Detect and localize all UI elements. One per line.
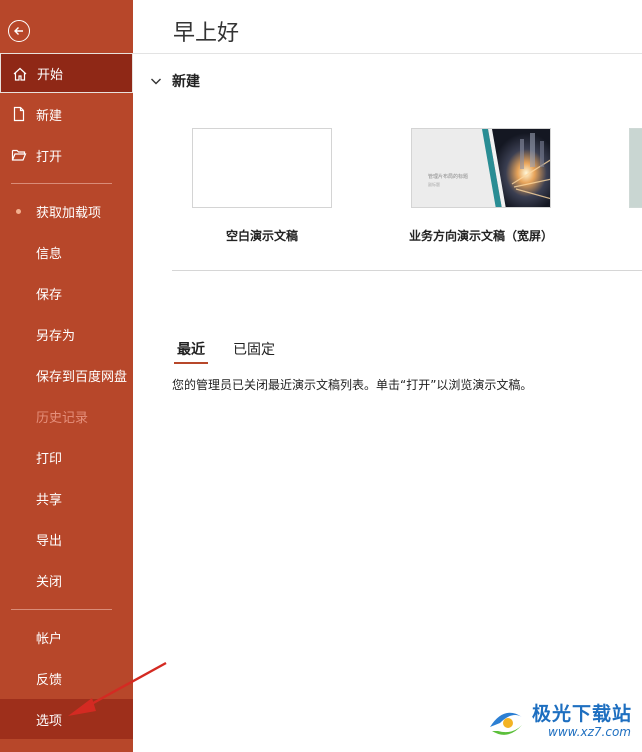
notification-dot (16, 209, 21, 214)
nav-options[interactable]: 选项 (0, 699, 133, 739)
city-light-image (482, 129, 550, 207)
nav-account-label: 帐户 (36, 631, 63, 647)
nav-get-addins[interactable]: 获取加载项 (0, 191, 133, 231)
nav-print-label: 打印 (36, 451, 63, 467)
nav-open[interactable]: 打开 (0, 135, 133, 175)
nav-save-to-cloud[interactable]: 保存到百度网盘 (0, 355, 133, 395)
nav-share[interactable]: 共享 (0, 478, 133, 518)
sidebar-divider (11, 609, 112, 610)
nav-new[interactable]: 新建 (0, 94, 133, 134)
nav-history-label: 历史记录 (36, 410, 89, 426)
nav-print[interactable]: 打印 (0, 437, 133, 477)
template-caption: 空白演示文稿 (226, 229, 299, 243)
nav-get-addins-label: 获取加载项 (36, 205, 102, 221)
nav-home-label: 开始 (37, 67, 64, 83)
sidebar-divider (11, 183, 112, 184)
nav-account[interactable]: 帐户 (0, 617, 133, 657)
nav-feedback[interactable]: 反馈 (0, 658, 133, 698)
template-thumbnail[interactable] (629, 128, 642, 208)
section-divider (172, 270, 642, 271)
nav-save-as[interactable]: 另存为 (0, 314, 133, 354)
nav-options-label: 选项 (36, 713, 63, 729)
nav-close-label: 关闭 (36, 574, 63, 590)
watermark-title: 极光下载站 (532, 703, 633, 725)
new-section-title: 新建 (172, 74, 200, 90)
new-file-icon (13, 106, 25, 122)
backstage-main: 早上好 新建 空白演示文稿 管理片布局的标题 副标题 业务方向演示文稿（宽屏） … (133, 0, 642, 752)
template-thumbnail[interactable]: 管理片布局的标题 副标题 (411, 128, 551, 208)
tab-pinned[interactable]: 已固定 (233, 339, 275, 359)
nav-share-label: 共享 (36, 492, 63, 508)
page-title: 早上好 (173, 21, 240, 46)
nav-save[interactable]: 保存 (0, 273, 133, 313)
folder-open-icon (11, 149, 27, 161)
nav-save-as-label: 另存为 (36, 328, 76, 344)
template-thumbnail[interactable] (192, 128, 332, 208)
nav-save-to-cloud-label: 保存到百度网盘 (36, 369, 128, 385)
nav-open-label: 打开 (36, 149, 63, 165)
back-button[interactable] (8, 20, 30, 42)
arrow-left-icon (14, 27, 23, 35)
chevron-down-icon (151, 78, 161, 85)
nav-info[interactable]: 信息 (0, 232, 133, 272)
nav-feedback-label: 反馈 (36, 672, 63, 688)
nav-history: 历史记录 (0, 396, 133, 436)
backstage-sidebar: 开始 新建 打开 获取加载项 信息 保存 另存为 保存到百度网盘 历史记录 打印… (0, 0, 133, 752)
home-icon (13, 67, 27, 81)
recent-disabled-notice: 您的管理员已关闭最近演示文稿列表。单击“打开”以浏览演示文稿。 (172, 378, 533, 392)
watermark-url: www.xz7.com (548, 725, 631, 739)
thumb-subtitle-text: 副标题 (428, 182, 440, 187)
nav-close[interactable]: 关闭 (0, 560, 133, 600)
thumb-title-text: 管理片布局的标题 (428, 174, 469, 180)
nav-export[interactable]: 导出 (0, 519, 133, 559)
header-divider (133, 53, 642, 54)
tab-recent[interactable]: 最近 (177, 339, 205, 359)
nav-export-label: 导出 (36, 533, 63, 549)
template-caption: 业务方向演示文稿（宽屏） (409, 229, 554, 243)
new-section-toggle[interactable]: 新建 (149, 70, 200, 92)
nav-new-label: 新建 (36, 108, 63, 124)
active-tab-indicator (174, 362, 208, 364)
nav-home[interactable]: 开始 (0, 53, 133, 93)
nav-save-label: 保存 (36, 287, 63, 303)
nav-info-label: 信息 (36, 246, 63, 262)
